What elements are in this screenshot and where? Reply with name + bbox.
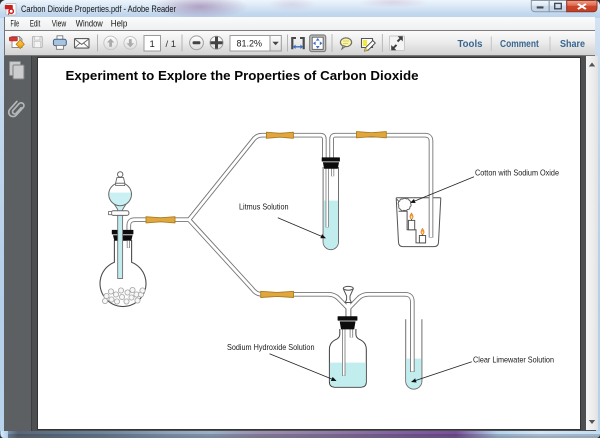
svg-text:Sodium Hydroxide Solution: Sodium Hydroxide Solution xyxy=(227,342,315,352)
svg-text:Cotton with Sodium Oxide: Cotton with Sodium Oxide xyxy=(475,167,559,177)
svg-text:Litmus Solution: Litmus Solution xyxy=(239,202,289,212)
svg-text:Clear Limewater Solution: Clear Limewater Solution xyxy=(473,354,554,364)
svg-text:Experiment to Explore the Prop: Experiment to Explore the Properties of … xyxy=(66,68,419,83)
